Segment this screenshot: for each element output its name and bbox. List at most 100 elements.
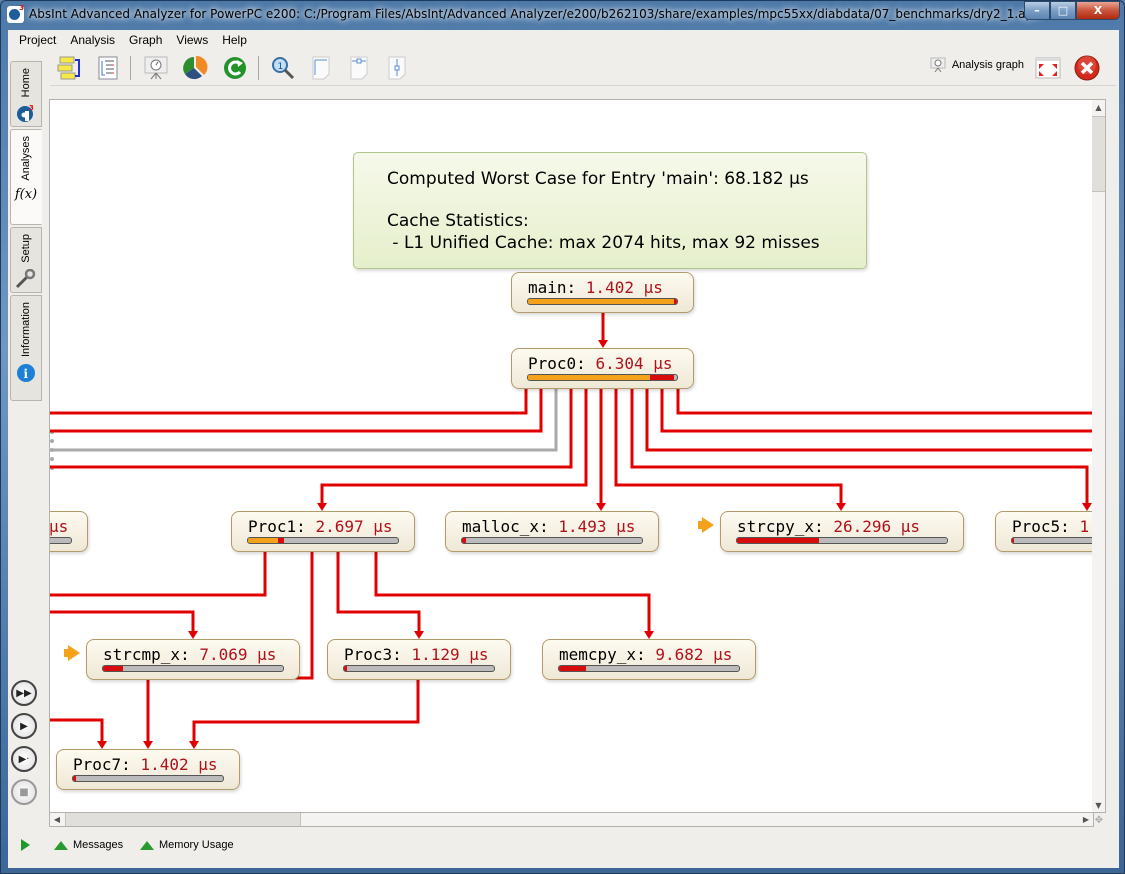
edge-arrowhead (598, 340, 608, 348)
sidebar-tab-analyses[interactable]: Analyses f(x) (10, 129, 42, 225)
close-window-button[interactable]: X (1076, 1, 1120, 20)
node-time-value: 1.402 µs (140, 755, 218, 774)
function-icon: f(x) (14, 186, 38, 202)
call-edge (50, 718, 104, 743)
node-label: memcpy_x: 9.682 µs (559, 645, 732, 664)
toolbar-separator (130, 56, 131, 80)
vertical-scrollbar[interactable]: ▲ ▼ (1092, 99, 1106, 813)
graph-node-proc5[interactable]: Proc5: 1 (995, 511, 1093, 552)
expand-up-icon (54, 840, 68, 850)
graph-node-main[interactable]: main: 1.402 µs (511, 272, 694, 313)
scroll-left-arrow-icon[interactable]: ◀ (50, 813, 64, 826)
timing-analysis-button[interactable] (141, 53, 171, 83)
step-button[interactable]: ▶· (11, 746, 37, 772)
graph-node-proc0[interactable]: Proc0: 6.304 µs (511, 348, 694, 389)
call-edge (50, 389, 573, 469)
graph-node-proc3[interactable]: Proc3: 1.129 µs (327, 639, 511, 680)
fast-forward-button[interactable]: ▶▶ (11, 680, 37, 706)
toolbar: 1 Analysis graph (50, 50, 1116, 86)
memory-usage-toggle[interactable]: Memory Usage (140, 839, 234, 851)
bar-fill-red (344, 666, 347, 671)
node-label: Proc7: 1.402 µs (73, 755, 218, 774)
graph-node-malloc-x[interactable]: malloc_x: 1.493 µs (445, 511, 659, 552)
bar-fill-red (559, 666, 586, 671)
stop-button[interactable]: ■ (11, 779, 37, 805)
entry-point-arrow-icon (698, 517, 714, 533)
app-logo-icon (7, 4, 24, 23)
layout-vertical-icon (388, 56, 406, 80)
layout-vertical-button[interactable] (382, 53, 412, 83)
menu-views[interactable]: Views (169, 33, 215, 47)
bar-fill-red (674, 299, 677, 304)
edge-arrowhead (596, 503, 606, 511)
cache-stats-heading: Cache Statistics: (387, 211, 529, 231)
call-graph-icon (57, 56, 80, 80)
node-time-value: 2.697 µs (315, 517, 393, 536)
pan-grip-icon[interactable]: ✥ (1092, 813, 1106, 827)
graph-node-proc7[interactable]: Proc7: 1.402 µs (56, 749, 240, 790)
fast-forward-icon: ▶▶ (16, 687, 32, 699)
close-view-button[interactable] (1072, 53, 1102, 83)
scroll-right-arrow-icon[interactable]: ▶ (1079, 813, 1093, 826)
play-button[interactable]: ▶ (11, 713, 37, 739)
bar-fill-red (1012, 538, 1014, 543)
refresh-icon (224, 57, 246, 79)
analysis-graph-label: Analysis graph (951, 59, 1024, 71)
zoom-icon: 1 (272, 57, 295, 80)
node-time-bar (102, 665, 284, 672)
scroll-up-arrow-icon[interactable]: ▲ (1092, 100, 1105, 114)
vertical-scroll-thumb[interactable] (1092, 116, 1105, 192)
node-time-value: 1.493 µs (558, 517, 636, 536)
scroll-down-arrow-icon[interactable]: ▼ (1092, 798, 1105, 812)
node-label: Proc1: 2.697 µs (248, 517, 393, 536)
timing-analysis-icon (144, 56, 168, 80)
fit-to-window-button[interactable] (1033, 53, 1063, 83)
layout-horizontal-button[interactable] (344, 53, 374, 83)
node-time-value: 6.304 µs (595, 354, 673, 373)
statistics-button[interactable] (180, 53, 210, 83)
horizontal-scrollbar[interactable]: ◀ ▶ (49, 813, 1094, 827)
call-graph-button[interactable] (55, 53, 85, 83)
refresh-button[interactable] (220, 53, 250, 83)
sidebar-tab-label: Information (20, 302, 32, 358)
graph-node-memcpy-x[interactable]: memcpy_x: 9.682 µs (542, 639, 756, 680)
analysis-graph-button[interactable]: Analysis graph (930, 57, 1024, 73)
graph-canvas[interactable]: Computed Worst Case for Entry 'main': 68… (49, 99, 1094, 813)
tree-list-button[interactable] (93, 53, 123, 83)
call-edge (192, 680, 420, 743)
node-time-bar (527, 374, 678, 381)
close-icon: X (1093, 4, 1103, 17)
call-edge (336, 552, 421, 633)
node-time-bar (527, 298, 678, 305)
sidebar-tab-setup[interactable]: Setup (10, 227, 42, 293)
horizontal-scroll-thumb[interactable] (65, 813, 301, 826)
svg-text:3: 3 (29, 104, 34, 112)
sidebar-tab-information[interactable]: Information i (10, 295, 42, 401)
layout-top-left-button[interactable] (306, 53, 336, 83)
node-label: µs (50, 517, 68, 536)
minimize-button[interactable]: – (1024, 1, 1050, 20)
graph-node-strcmp-x[interactable]: strcmp_x: 7.069 µs (86, 639, 300, 680)
menu-help[interactable]: Help (215, 33, 254, 47)
edge-arrowhead (317, 503, 327, 511)
menu-analysis[interactable]: Analysis (63, 33, 122, 47)
messages-toggle[interactable]: Messages (54, 839, 123, 851)
bar-fill-red (650, 375, 674, 380)
node-time-value: 7.069 µs (199, 645, 277, 664)
node-label: Proc3: 1.129 µs (344, 645, 489, 664)
graph-node-strcpy-x[interactable]: strcpy_x: 26.296 µs (720, 511, 964, 552)
maximize-button[interactable]: □ (1050, 1, 1076, 20)
graph-node-left-cut[interactable]: µs (50, 511, 88, 552)
run-icon[interactable] (21, 839, 30, 851)
node-time-bar (247, 537, 399, 544)
node-time-bar (558, 665, 740, 672)
zoom-button[interactable]: 1 (268, 53, 298, 83)
sidebar-tab-home[interactable]: Home 3 (10, 61, 42, 127)
menu-graph[interactable]: Graph (122, 33, 169, 47)
graph-node-proc1[interactable]: Proc1: 2.697 µs (231, 511, 415, 552)
svg-text:i: i (24, 367, 29, 381)
bar-fill-red (103, 666, 123, 671)
menu-project[interactable]: Project (12, 33, 63, 47)
node-name: Proc3: (344, 645, 412, 664)
play-icon: ▶ (20, 720, 28, 732)
